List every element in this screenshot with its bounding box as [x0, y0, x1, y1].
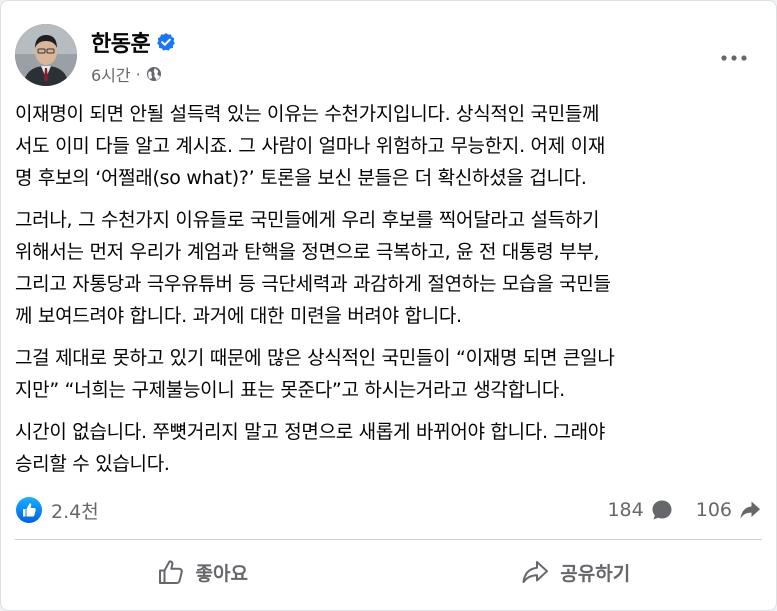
- author-name[interactable]: 한동훈: [91, 26, 151, 58]
- post-card: 한동훈 6시간 · 이재명이 되면 안될 설득력 있는 이유는 수천가지입니다.…: [0, 0, 777, 611]
- like-button-label: 좋아요: [195, 562, 248, 585]
- verified-badge-icon: [156, 32, 176, 52]
- reaction-count: 2.4천: [51, 500, 99, 523]
- share-button-label: 공유하기: [560, 562, 631, 585]
- thumbs-up-icon: [158, 560, 183, 584]
- like-button[interactable]: 좋아요: [15, 546, 389, 598]
- counts-group: 184 106: [585, 498, 762, 522]
- engagement-bar: 2.4천 184 106: [15, 492, 762, 528]
- post-paragraph: 이재명이 되면 안될 설득력 있는 이유는 수천가지입니다. 상식적인 국민들께…: [15, 103, 606, 189]
- share-count[interactable]: 106: [696, 498, 762, 522]
- more-horizontal-icon: [721, 55, 747, 61]
- share-count-value: 106: [695, 499, 732, 521]
- post-header: 한동훈 6시간 ·: [15, 24, 762, 94]
- share-button[interactable]: 공유하기: [389, 546, 763, 598]
- more-options-button[interactable]: [716, 40, 752, 76]
- like-reaction-icon: [15, 496, 43, 524]
- reactions-summary[interactable]: 2.4천: [15, 496, 99, 524]
- post-paragraph: 그러나, 그 수천가지 이유들로 국민들에게 우리 후보를 찍어달라고 설득하기…: [15, 209, 611, 327]
- comment-bubble-icon: [652, 500, 672, 520]
- avatar-image: [15, 24, 77, 86]
- share-arrow-icon: [740, 501, 760, 519]
- post-meta: 6시간 ·: [91, 62, 162, 86]
- meta-separator: ·: [135, 64, 141, 84]
- author-row: 한동훈: [91, 26, 176, 58]
- avatar[interactable]: [15, 24, 77, 86]
- post-paragraph: 그걸 제대로 못하고 있기 때문에 많은 상식적인 국민들이 “이재명 되면 큰…: [15, 347, 615, 401]
- post-text: 이재명이 되면 안될 설득력 있는 이유는 수천가지입니다. 상식적인 국민들께…: [15, 98, 763, 490]
- post-timestamp[interactable]: 6시간: [91, 62, 131, 86]
- comment-count[interactable]: 184: [607, 498, 673, 522]
- action-bar: 좋아요 공유하기: [15, 546, 762, 598]
- comment-count-value: 184: [607, 499, 644, 521]
- globe-icon[interactable]: [146, 66, 162, 82]
- divider: [15, 539, 762, 540]
- post-paragraph: 시간이 없습니다. 쭈뼛거리지 말고 정면으로 새롭게 바뀌어야 합니다. 그래…: [15, 421, 605, 475]
- share-outline-icon: [522, 561, 549, 583]
